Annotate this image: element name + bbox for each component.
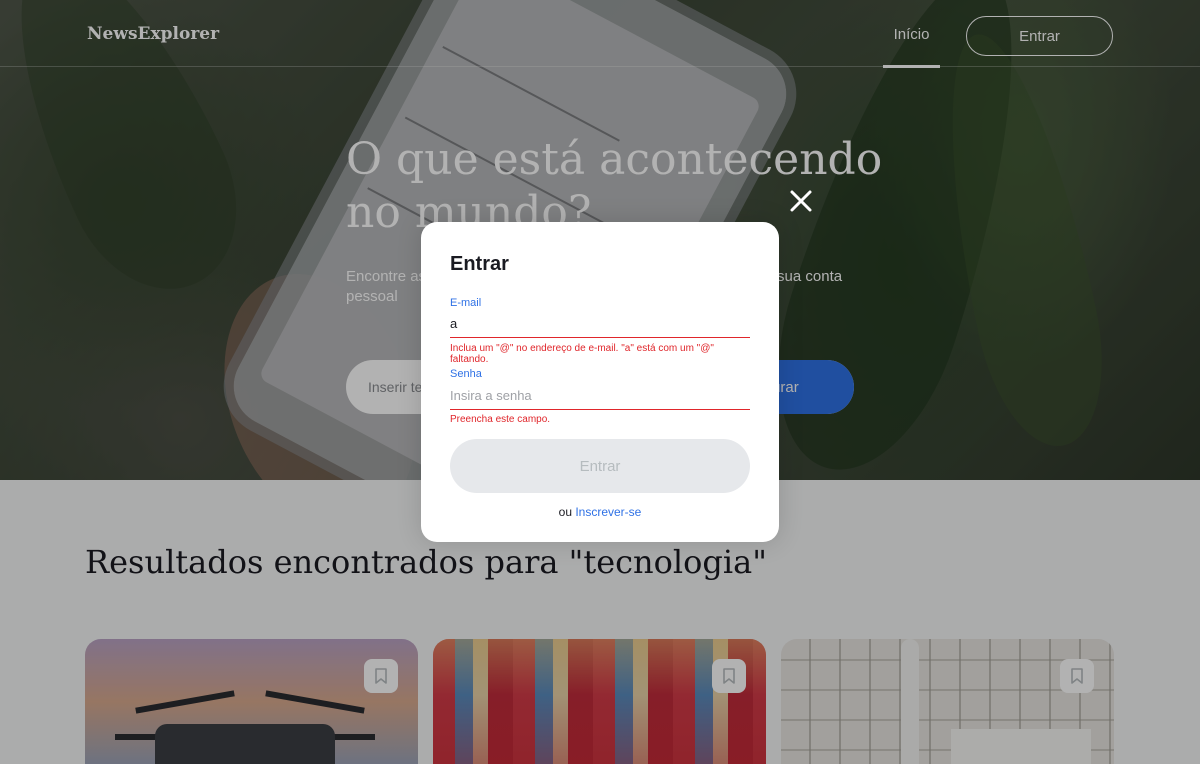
- close-icon: [790, 190, 812, 212]
- switch-prefix: ou: [558, 505, 576, 519]
- password-label: Senha: [450, 368, 482, 380]
- modal-title: Entrar: [450, 253, 509, 275]
- login-modal: Entrar E-mail Inclua um "@" no endereço …: [421, 222, 779, 542]
- close-modal-button[interactable]: [786, 186, 816, 216]
- signup-link[interactable]: Inscrever-se: [575, 505, 641, 519]
- signup-switch: ou Inscrever-se: [421, 505, 779, 519]
- email-error: Inclua um "@" no endereço de e-mail. "a"…: [450, 343, 714, 365]
- email-label: E-mail: [450, 297, 482, 309]
- login-submit-button[interactable]: Entrar: [450, 439, 750, 493]
- email-field[interactable]: [450, 310, 750, 338]
- password-field[interactable]: [450, 382, 750, 410]
- password-error: Preencha este campo.: [450, 414, 551, 425]
